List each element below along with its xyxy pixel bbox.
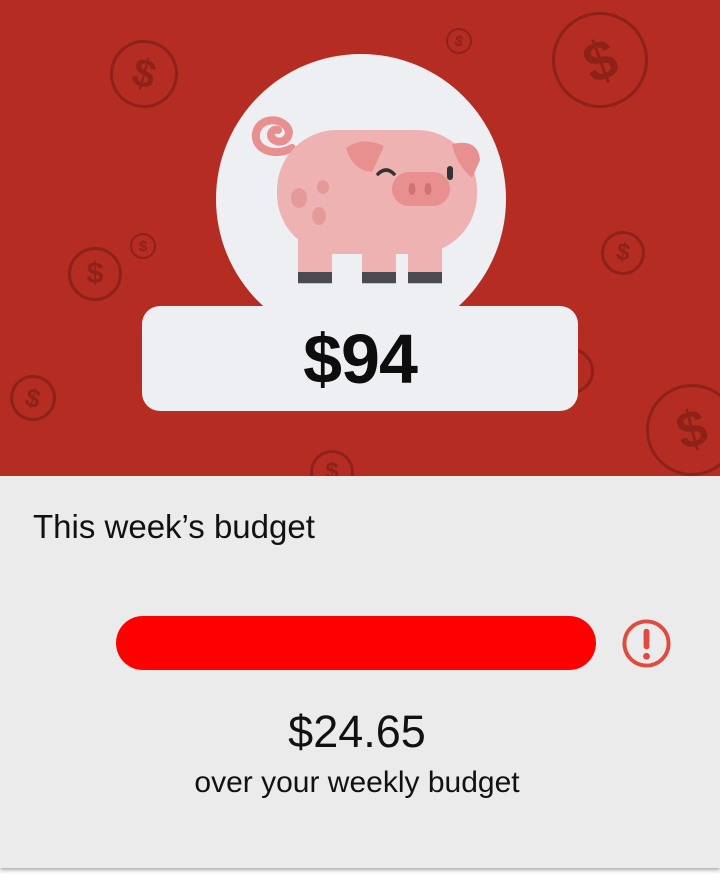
dollar-coin-icon: $: [68, 247, 122, 301]
piggy-bank-icon: [251, 116, 480, 284]
hero-banner: $ $ $ $ $ $ $ $ $ $94: [0, 0, 720, 476]
dollar-coin-icon: $: [310, 450, 354, 476]
over-budget-label: over your weekly budget: [194, 766, 520, 799]
dollar-coin-icon: $: [538, 0, 662, 122]
savings-amount-box: $94: [142, 306, 578, 411]
budget-progress-bar: [116, 616, 596, 670]
alert-circle-icon[interactable]: [621, 618, 672, 669]
budget-card: $ $ $ $ $ $ $ $ $ $94 This week’s budget…: [0, 0, 720, 868]
section-title: This week’s budget: [33, 508, 315, 545]
dollar-coin-icon: $: [4, 369, 62, 427]
dollar-coin-icon: $: [130, 233, 156, 259]
dollar-coin-icon: $: [443, 25, 475, 57]
dollar-coin-icon: $: [597, 227, 649, 279]
savings-amount: $94: [303, 319, 418, 398]
dollar-coin-icon: $: [102, 32, 186, 116]
over-budget-amount: $24.65: [288, 706, 426, 757]
dollar-coin-icon: $: [635, 373, 720, 476]
